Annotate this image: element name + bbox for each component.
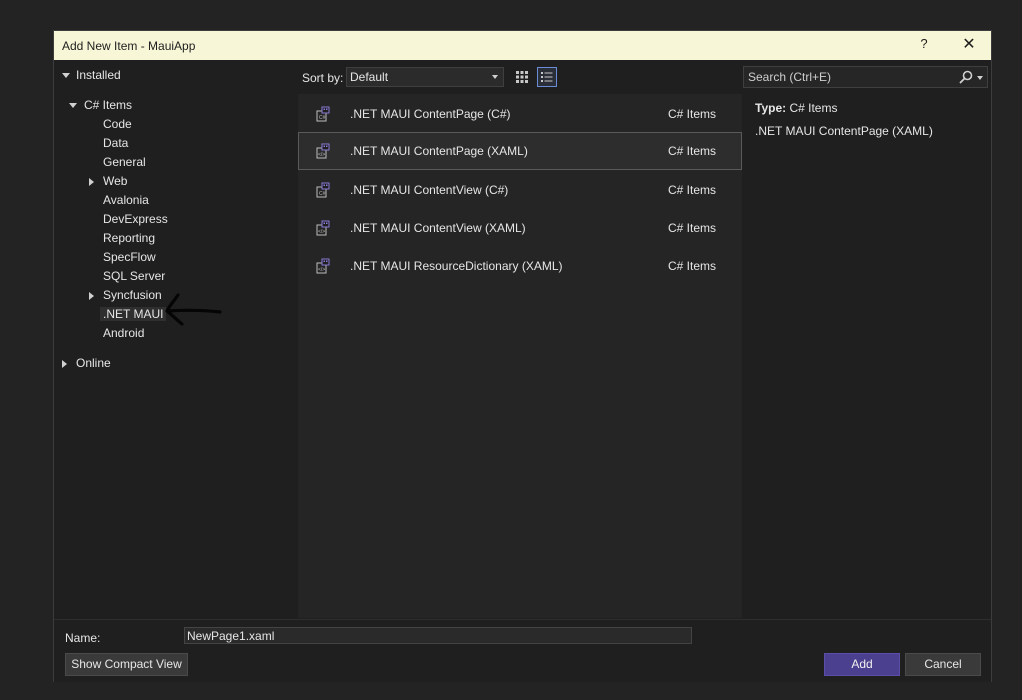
tree-item-sql-server[interactable]: SQL Server <box>103 267 165 286</box>
cancel-button[interactable]: Cancel <box>905 653 981 676</box>
expanded-triangle-icon <box>62 73 70 78</box>
list-view-button[interactable] <box>537 67 557 87</box>
csharp-page-template-icon: C# <box>316 106 330 122</box>
help-button[interactable]: ? <box>914 36 934 51</box>
add-new-item-dialog: Add New Item - MauiApp ? ✕ Installed C# … <box>53 30 992 682</box>
tree-item-devexpress[interactable]: DevExpress <box>103 210 168 229</box>
sort-by-value: Default <box>350 70 389 84</box>
template-name: .NET MAUI ResourceDictionary (XAML) <box>350 259 563 273</box>
grid-view-button[interactable] <box>512 67 532 87</box>
name-label: Name: <box>65 631 101 645</box>
type-value: C# Items <box>789 101 838 115</box>
tree-item-avalonia[interactable]: Avalonia <box>103 191 149 210</box>
template-category: C# Items <box>668 183 717 197</box>
csharp-view-template-icon: C# <box>316 182 330 198</box>
type-key: Type: <box>755 101 787 115</box>
template-name: .NET MAUI ContentView (C#) <box>350 183 509 197</box>
details-description: .NET MAUI ContentPage (XAML) <box>755 124 933 138</box>
xaml-resource-template-icon: </> <box>316 258 330 274</box>
tree-node-csharp-items[interactable]: C# Items <box>69 96 132 115</box>
tree-item-android[interactable]: Android <box>103 324 144 343</box>
template-row-selected[interactable]: </> .NET MAUI ContentPage (XAML) C# Item… <box>298 132 742 170</box>
template-name: .NET MAUI ContentView (XAML) <box>350 221 526 235</box>
tree-node-online[interactable]: Online <box>61 354 111 373</box>
xaml-view-template-icon: </> <box>316 220 330 236</box>
tree-item-syncfusion[interactable]: Syncfusion <box>88 286 162 305</box>
category-tree: Installed C# Items Code Data General Web… <box>54 61 297 617</box>
tree-node-label: Installed <box>76 68 121 82</box>
tree-node-label: Web <box>103 174 128 188</box>
tree-item-general[interactable]: General <box>103 153 146 172</box>
template-category: C# Items <box>668 144 717 158</box>
hand-drawn-arrow-annotation <box>165 293 222 326</box>
template-category: C# Items <box>668 221 717 235</box>
details-type: Type: C# Items <box>755 101 837 115</box>
sort-by-label: Sort by: <box>302 71 344 85</box>
svg-text:C#: C# <box>319 191 326 197</box>
template-category: C# Items <box>668 259 717 273</box>
tree-item-specflow[interactable]: SpecFlow <box>103 248 156 267</box>
template-row[interactable]: </> .NET MAUI ResourceDictionary (XAML) … <box>298 247 742 285</box>
list-view-icon <box>541 72 553 82</box>
svg-text:</>: </> <box>318 267 325 273</box>
svg-text:C#: C# <box>319 115 326 121</box>
sort-by-dropdown[interactable]: Default <box>346 67 504 87</box>
template-row[interactable]: C# .NET MAUI ContentPage (C#) C# Items <box>298 95 742 133</box>
svg-text:</>: </> <box>318 229 325 235</box>
template-category: C# Items <box>668 107 717 121</box>
template-name: .NET MAUI ContentPage (XAML) <box>350 144 528 158</box>
close-button[interactable]: ✕ <box>957 34 981 56</box>
collapsed-triangle-icon <box>89 292 94 300</box>
tree-item-code[interactable]: Code <box>103 115 132 134</box>
tree-item-data[interactable]: Data <box>103 134 128 153</box>
template-list: C# .NET MAUI ContentPage (C#) C# Items <… <box>298 94 742 618</box>
template-name: .NET MAUI ContentPage (C#) <box>350 107 511 121</box>
search-input[interactable]: Search (Ctrl+E) <box>743 66 988 88</box>
tree-node-label: Online <box>76 356 111 370</box>
tree-item-reporting[interactable]: Reporting <box>103 229 155 248</box>
tree-node-label: .NET MAUI <box>100 307 167 321</box>
show-compact-view-button[interactable]: Show Compact View <box>65 653 188 676</box>
tree-item-web[interactable]: Web <box>88 172 127 191</box>
chevron-down-icon[interactable] <box>977 76 983 80</box>
collapsed-triangle-icon <box>89 178 94 186</box>
xaml-page-template-icon: </> <box>316 143 330 159</box>
title-bar: Add New Item - MauiApp ? ✕ <box>54 31 991 60</box>
add-button[interactable]: Add <box>824 653 900 676</box>
bottom-bar: Name: Show Compact View Add Cancel <box>54 619 991 682</box>
tree-node-installed[interactable]: Installed <box>62 66 121 85</box>
template-row[interactable]: </> .NET MAUI ContentView (XAML) C# Item… <box>298 209 742 247</box>
collapsed-triangle-icon <box>62 360 67 368</box>
expanded-triangle-icon <box>69 103 77 108</box>
grid-view-icon <box>516 71 528 83</box>
search-icon <box>959 70 973 84</box>
chevron-down-icon <box>492 75 498 79</box>
tree-node-label: C# Items <box>84 98 133 112</box>
name-field[interactable] <box>184 627 692 644</box>
template-row[interactable]: C# .NET MAUI ContentView (C#) C# Items <box>298 171 742 209</box>
svg-text:</>: </> <box>318 152 325 158</box>
search-placeholder: Search (Ctrl+E) <box>748 70 832 84</box>
window-title: Add New Item - MauiApp <box>62 39 196 53</box>
tree-node-label: Syncfusion <box>103 288 162 302</box>
tree-item-dotnet-maui[interactable]: .NET MAUI <box>100 305 167 324</box>
